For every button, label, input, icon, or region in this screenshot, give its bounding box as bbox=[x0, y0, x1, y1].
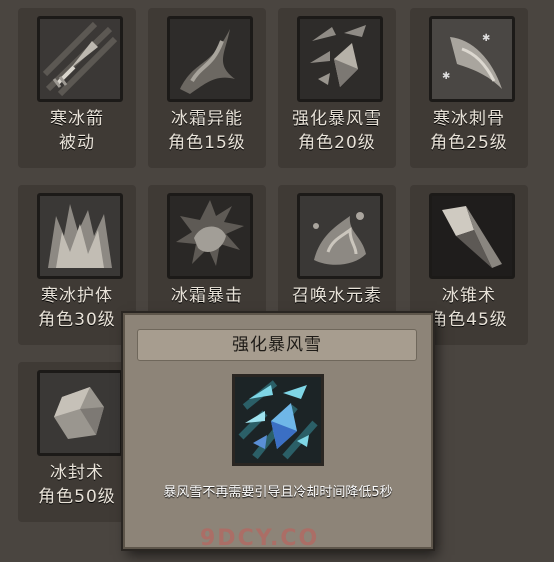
watermark: 9DCY.CO bbox=[200, 526, 320, 551]
water-elemental-icon bbox=[297, 193, 383, 279]
skill-requirement: 角色25级 bbox=[430, 133, 508, 153]
skill-name: 冰霜异能 bbox=[171, 109, 243, 129]
skill-name: 召唤水元素 bbox=[292, 286, 382, 306]
skill-name: 寒冰护体 bbox=[41, 286, 113, 306]
skill-card-ice-pierce[interactable]: ✱ ✱ 寒冰刺骨 角色25级 bbox=[410, 8, 528, 168]
frost-power-icon bbox=[167, 16, 253, 102]
skill-requirement: 角色20级 bbox=[298, 133, 376, 153]
svg-text:✱: ✱ bbox=[482, 33, 490, 44]
skill-name: 寒冰刺骨 bbox=[433, 109, 505, 129]
skill-card-blizzard[interactable]: 强化暴风雪 角色20级 bbox=[278, 8, 396, 168]
skill-card-frost-power[interactable]: 冰霜异能 角色15级 bbox=[148, 8, 266, 168]
frost-crit-icon bbox=[167, 193, 253, 279]
skill-name: 强化暴风雪 bbox=[292, 109, 382, 129]
blizzard-icon bbox=[297, 16, 383, 102]
blizzard-crystal-icon bbox=[232, 374, 324, 466]
skill-requirement: 角色15级 bbox=[168, 133, 246, 153]
popup-title: 强化暴风雪 bbox=[232, 335, 322, 355]
skill-detail-popup: 强化暴风雪 暴风雪不再需要引导且冷却时间降低5秒 bbox=[123, 313, 433, 549]
ice-pierce-icon: ✱ ✱ bbox=[429, 16, 515, 102]
svg-text:✱: ✱ bbox=[442, 71, 450, 82]
ice-armor-icon bbox=[37, 193, 123, 279]
ice-arrow-icon bbox=[37, 16, 123, 102]
ice-cone-icon bbox=[429, 193, 515, 279]
skill-name: 冰封术 bbox=[50, 463, 104, 483]
skill-name: 冰锥术 bbox=[442, 286, 496, 306]
skill-name: 寒冰箭 bbox=[50, 109, 104, 129]
skill-card-ice-armor[interactable]: 寒冰护体 角色30级 bbox=[18, 185, 136, 345]
popup-title-bar: 强化暴风雪 bbox=[137, 329, 417, 361]
skill-card-ice-block[interactable]: 冰封术 角色50级 bbox=[18, 362, 136, 522]
popup-description: 暴风雪不再需要引导且冷却时间降低5秒 bbox=[163, 485, 393, 500]
skill-card-ice-arrow[interactable]: 寒冰箭 被动 bbox=[18, 8, 136, 168]
skill-requirement: 角色50级 bbox=[38, 487, 116, 507]
skill-name: 冰霜暴击 bbox=[171, 286, 243, 306]
ice-block-icon bbox=[37, 370, 123, 456]
skill-requirement: 被动 bbox=[59, 133, 95, 153]
skill-requirement: 角色30级 bbox=[38, 310, 116, 330]
